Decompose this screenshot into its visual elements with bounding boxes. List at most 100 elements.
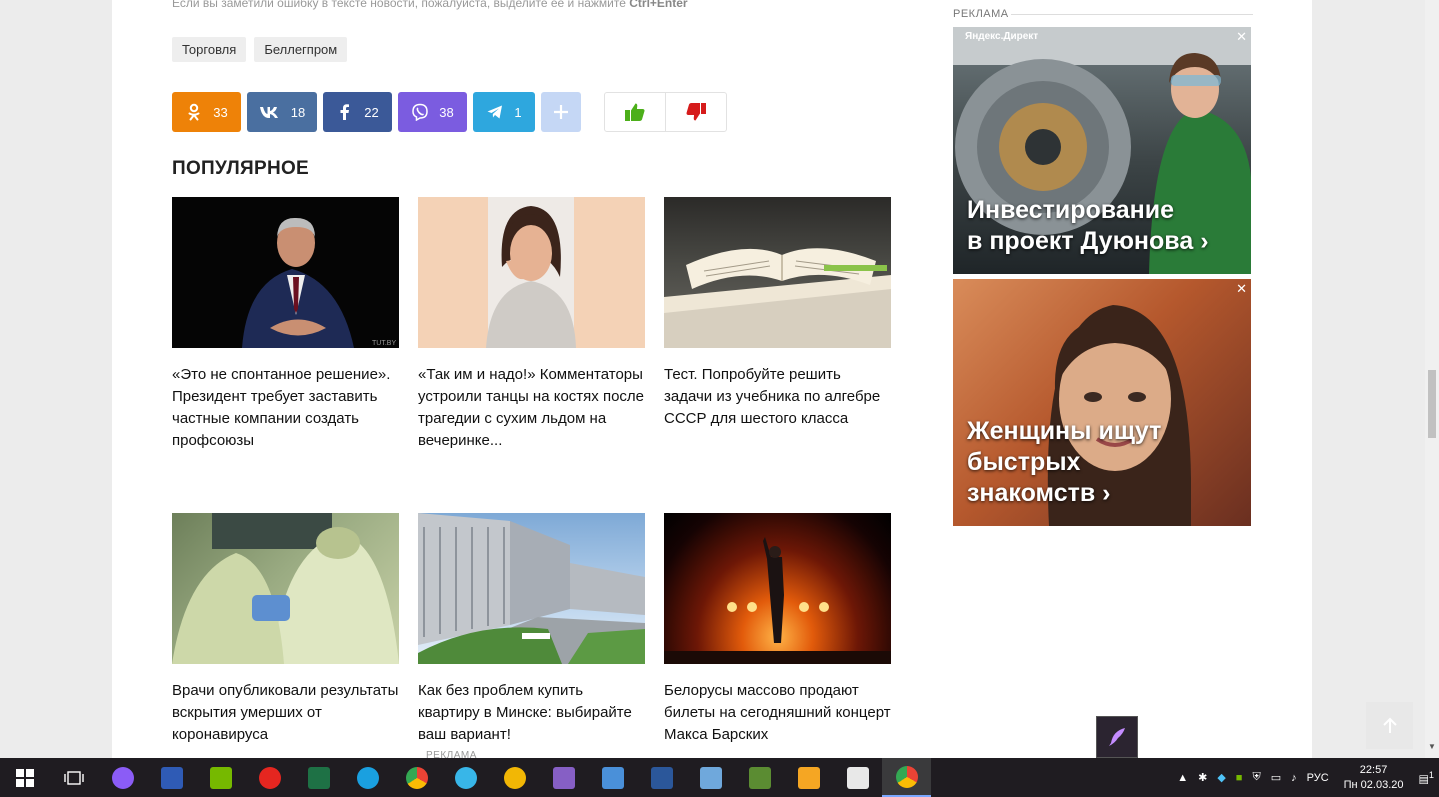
plus-icon	[554, 105, 568, 119]
chrome-active-app[interactable]	[882, 758, 931, 797]
scrollbar-thumb[interactable]	[1428, 370, 1436, 438]
sidebar-ad-label: РЕКЛАМА	[953, 8, 1253, 20]
popular-card-5-title: Как без проблем купить квартиру в Минске…	[418, 682, 632, 743]
chrome-icon	[405, 766, 428, 789]
popular-card-2[interactable]: «Так им и надо!» Комментаторы устроили т…	[418, 197, 645, 452]
share-facebook-count: 22	[364, 104, 379, 120]
share-vk-button[interactable]: 18	[247, 92, 317, 132]
bluetooth-icon[interactable]: ✱	[1198, 771, 1207, 784]
bolt-app[interactable]	[784, 758, 833, 797]
timer-app[interactable]	[343, 758, 392, 797]
pencil-app[interactable]	[686, 758, 735, 797]
clock-time: 22:57	[1359, 763, 1388, 776]
sidebar-ad-investment[interactable]: Яндекс.Директ ✕ Инвестирование в проект …	[953, 27, 1251, 274]
tag-list: Торговля Беллегпром	[172, 37, 348, 62]
viber-icon	[412, 103, 429, 121]
popular-card-4-image	[172, 513, 399, 664]
network-icon[interactable]: ▭	[1271, 771, 1281, 784]
notification-count: 1	[1428, 769, 1434, 780]
tag-bellegprom[interactable]: Беллегпром	[254, 37, 348, 62]
alice-app[interactable]	[98, 758, 147, 797]
share-viber-count: 38	[439, 104, 454, 120]
clock[interactable]: 22:57 Пн 02.03.20	[1344, 763, 1404, 793]
archicad-app[interactable]	[490, 758, 539, 797]
vote-widget	[604, 92, 727, 132]
visual-studio-app[interactable]	[539, 758, 588, 797]
ad-close-icon[interactable]: ✕	[1236, 281, 1247, 297]
popular-card-6[interactable]: Белорусы массово продают билеты на сегод…	[664, 513, 891, 746]
dislike-button[interactable]	[665, 93, 726, 131]
tray-expand-icon[interactable]: ▲	[1177, 772, 1188, 784]
popular-card-4-title: Врачи опубликовали результаты вскрытия у…	[172, 682, 399, 743]
popular-card-5[interactable]: Как без проблем купить квартиру в Минске…	[418, 513, 645, 746]
cube-icon[interactable]: ◆	[1217, 771, 1225, 784]
alice-icon	[111, 766, 134, 789]
floating-app-widget[interactable]	[1096, 716, 1138, 758]
windows-taskbar: ▲ ✱ ◆ ■ ⛨ ▭ ♪ РУС 22:57 Пн 02.03.20 ▤1	[0, 758, 1439, 797]
popular-card-1[interactable]: TUT.BY «Это не спонтанное решение». През…	[172, 197, 399, 452]
globe-icon	[454, 766, 477, 789]
vertical-scrollbar[interactable]: ▼	[1425, 0, 1439, 758]
share-facebook-button[interactable]: 22	[323, 92, 392, 132]
yandex-browser-icon	[258, 766, 281, 789]
excel-app[interactable]	[294, 758, 343, 797]
browser-app[interactable]	[441, 758, 490, 797]
nvidia-app[interactable]	[196, 758, 245, 797]
share-telegram-button[interactable]: 1	[473, 92, 535, 132]
popular-ad-label: РЕКЛАМА	[426, 750, 477, 758]
volume-icon[interactable]: ♪	[1291, 772, 1297, 784]
arrow-up-icon	[1382, 717, 1397, 733]
visual-studio-icon	[552, 766, 575, 789]
floppy-app[interactable]	[147, 758, 196, 797]
error-notice-hotkey: Ctrl+Enter	[629, 0, 688, 10]
ad-close-icon[interactable]: ✕	[1236, 29, 1247, 45]
popular-card-6-title: Белорусы массово продают билеты на сегод…	[664, 682, 891, 743]
share-ok-button[interactable]: 33	[172, 92, 241, 132]
language-indicator[interactable]: РУС	[1307, 772, 1329, 784]
popular-card-1-title: «Это не спонтанное решение». Президент т…	[172, 366, 391, 449]
tut-by-watermark: TUT.BY	[372, 340, 396, 347]
start-button[interactable]	[0, 758, 49, 797]
share-bar: 33 18 22 38 1	[172, 92, 581, 132]
computer-icon	[601, 766, 624, 789]
telegram-icon	[487, 105, 503, 119]
share-viber-button[interactable]: 38	[398, 92, 467, 132]
sidebar-ad-dating[interactable]: ✕ Женщины ищут быстрых знакомств ›	[953, 279, 1251, 526]
popular-card-2-title: «Так им и надо!» Комментаторы устроили т…	[418, 366, 645, 449]
share-vk-count: 18	[290, 104, 306, 120]
shield-icon[interactable]: ⛨	[1252, 771, 1260, 784]
popular-card-3-title: Тест. Попробуйте решить задачи из учебни…	[664, 366, 881, 427]
clock-date: Пн 02.03.20	[1343, 778, 1404, 791]
popular-card-5-image	[418, 513, 645, 664]
popular-card-6-image	[664, 513, 891, 664]
task-view-icon	[63, 770, 84, 785]
minecraft-app[interactable]	[735, 758, 784, 797]
error-notice: Если вы заметили ошибку в тексте новости…	[172, 0, 688, 10]
popular-card-1-image: TUT.BY	[172, 197, 399, 348]
popular-card-4[interactable]: Врачи опубликовали результаты вскрытия у…	[172, 513, 399, 746]
odnoklassniki-icon	[188, 103, 200, 121]
grass-block-icon	[748, 766, 771, 789]
excel-icon	[307, 766, 330, 789]
scroll-to-top-button[interactable]	[1366, 702, 1413, 749]
scroll-down-arrow-icon[interactable]: ▼	[1428, 742, 1436, 751]
popular-card-3[interactable]: Тест. Попробуйте решить задачи из учебни…	[664, 197, 891, 430]
nvidia-icon	[209, 766, 232, 789]
popular-card-3-image	[664, 197, 891, 348]
word-app[interactable]	[637, 758, 686, 797]
nvidia-tray-icon[interactable]: ■	[1236, 772, 1243, 784]
computer-app[interactable]	[588, 758, 637, 797]
task-view-button[interactable]	[49, 758, 98, 797]
notification-center-icon[interactable]: ▤1	[1419, 770, 1435, 786]
article-page: Если вы заметили ошибку в тексте новости…	[112, 0, 1312, 758]
chrome-app[interactable]	[392, 758, 441, 797]
ad-dating-line1: Женщины ищут	[967, 417, 1162, 445]
tag-torgovlya[interactable]: Торговля	[172, 37, 247, 62]
system-tray: ▲ ✱ ◆ ■ ⛨ ▭ ♪ РУС 22:57 Пн 02.03.20 ▤1	[1172, 758, 1439, 797]
share-more-button[interactable]	[541, 92, 581, 132]
ad-investment-line2: в проект Дуюнова ›	[967, 227, 1209, 255]
pencil-icon	[699, 766, 722, 789]
yandex-browser-app[interactable]	[245, 758, 294, 797]
like-button[interactable]	[605, 93, 665, 131]
roblox-app[interactable]	[833, 758, 882, 797]
